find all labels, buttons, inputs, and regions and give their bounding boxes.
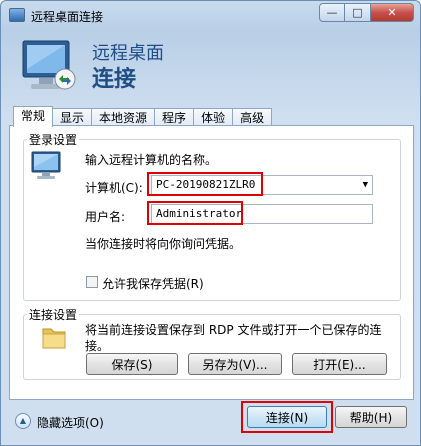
connect-highlight (241, 401, 333, 433)
save-button[interactable]: 保存(S) (86, 353, 178, 375)
computer-name-prompt: 输入远程计算机的名称。 (85, 153, 218, 167)
dropdown-arrow-icon[interactable]: ▼ (363, 176, 368, 194)
caption-buttons: — □ ✕ (319, 3, 414, 23)
credentials-hint: 当你连接时将向你询问凭据。 (85, 237, 242, 251)
username-highlight (147, 201, 243, 225)
username-label: 用户名: (85, 210, 126, 224)
connection-settings-label: 连接设置 (27, 306, 80, 323)
save-credentials-checkbox[interactable] (86, 276, 98, 288)
window-title: 远程桌面连接 (31, 10, 104, 24)
chevron-up-icon[interactable]: ▲ (15, 413, 31, 429)
remote-desktop-window: 远程桌面连接 — □ ✕ 远程桌面 连接 常规 显示 本地资源 程序 体验 高级… (0, 0, 421, 446)
remote-desktop-icon (9, 8, 25, 22)
banner-title-line2: 连接 (92, 67, 137, 92)
minimize-button[interactable]: — (319, 3, 345, 22)
save-as-button[interactable]: 另存为(V)... (188, 353, 282, 375)
banner: 远程桌面 连接 (7, 31, 414, 101)
login-settings-label: 登录设置 (27, 131, 80, 148)
connection-description: 将当前连接设置保存到 RDP 文件或打开一个已保存的连接。 (85, 323, 382, 353)
help-button[interactable]: 帮助(H) (335, 406, 407, 428)
save-credentials-label[interactable]: 允许我保存凭据(R) (102, 275, 204, 292)
monitor-icon (31, 151, 61, 179)
computer-highlight (147, 172, 263, 196)
monitor-icon (22, 40, 76, 90)
computer-label: 计算机(C): (85, 181, 143, 195)
folder-icon (42, 328, 66, 349)
close-button[interactable]: ✕ (371, 3, 414, 22)
title-bar: 远程桌面连接 — □ ✕ (1, 1, 420, 31)
tab-general[interactable]: 常规 (13, 106, 54, 127)
tab-strip: 常规 显示 本地资源 程序 体验 高级 (13, 106, 273, 128)
hide-options-label[interactable]: 隐藏选项(O) (37, 414, 104, 431)
open-button[interactable]: 打开(E)... (292, 353, 387, 375)
maximize-button[interactable]: □ (345, 3, 371, 22)
